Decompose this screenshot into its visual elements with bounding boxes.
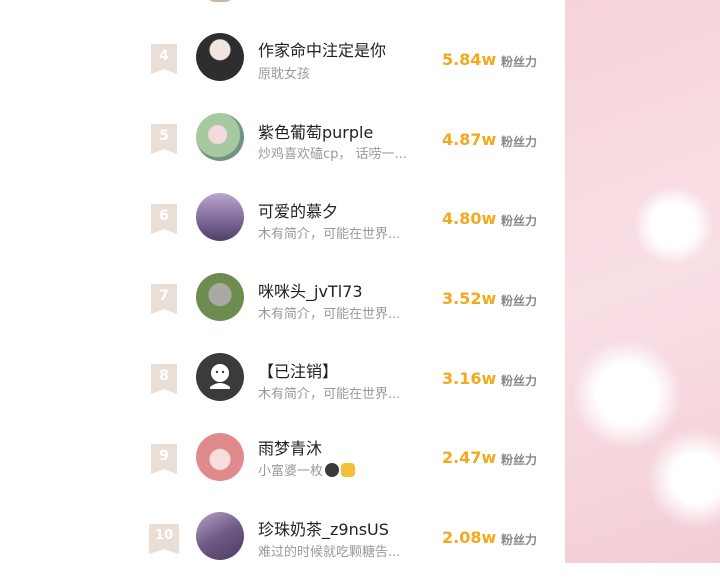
list-item[interactable]: 4 作家命中注定是你 原耽女孩 5.84w 粉丝力 [0, 18, 565, 98]
previous-avatar-peek [205, 0, 235, 2]
rank-badge: 8 [151, 364, 177, 394]
fan-power-count: 3.16w [442, 369, 497, 388]
fan-power-count: 4.80w [442, 209, 497, 228]
thumbs-up-icon [341, 463, 356, 477]
avatar[interactable] [196, 193, 244, 241]
user-name[interactable]: 雨梦青沐 [258, 435, 322, 459]
user-name[interactable]: 可爱的慕夕 [258, 198, 338, 222]
list-item[interactable]: 9 雨梦青沐 小富婆一枚 2.47w 粉丝力 [0, 418, 565, 498]
avatar[interactable] [196, 33, 244, 81]
fan-power-count: 2.08w [442, 528, 497, 547]
user-bio: 小富婆一枚 [258, 460, 356, 479]
fan-power-count: 4.87w [442, 130, 497, 149]
fan-power-label: 粉丝力 [501, 374, 538, 388]
list-item[interactable]: 6 可爱的慕夕 木有简介，可能在世界... 4.80w 粉丝力 [0, 178, 565, 258]
fan-power-label: 粉丝力 [501, 533, 538, 547]
avatar[interactable] [196, 353, 244, 401]
user-bio: 炒鸡喜欢磕cp， 话唠一... [258, 147, 407, 162]
dark-face-icon [325, 463, 340, 477]
user-name[interactable]: 紫色葡萄purple [258, 119, 373, 143]
user-bio: 木有简介，可能在世界... [258, 227, 401, 242]
list-item[interactable]: 5 紫色葡萄purple 炒鸡喜欢磕cp， 话唠一... 4.87w 粉丝力 [0, 98, 565, 178]
list-item[interactable]: 10 珍珠奶茶_z9nsUS 难过的时候就吃颗糖告... 2.08w 粉丝力 [0, 498, 565, 578]
user-name[interactable]: 咪咪头_jvTl73 [258, 278, 363, 302]
rank-badge: 5 [151, 124, 177, 154]
rank-badge: 4 [151, 44, 177, 74]
rank-badge: 7 [151, 284, 177, 314]
rank-badge: 6 [151, 204, 177, 234]
bio-text: 小富婆一枚 [258, 464, 324, 479]
user-bio: 难过的时候就吃颗糖告... [258, 545, 401, 560]
fan-power-label: 粉丝力 [501, 214, 538, 228]
user-bio: 木有简介，可能在世界... [258, 307, 401, 322]
ranking-list: 4 作家命中注定是你 原耽女孩 5.84w 粉丝力 5 紫色葡萄purple 炒… [0, 0, 565, 563]
fan-power-label: 粉丝力 [501, 453, 538, 467]
fan-power-count: 2.47w [442, 448, 497, 467]
rank-badge: 9 [151, 444, 177, 474]
user-name[interactable]: 珍珠奶茶_z9nsUS [258, 516, 389, 540]
avatar[interactable] [196, 113, 244, 161]
avatar[interactable] [196, 433, 244, 481]
user-bio: 木有简介，可能在世界... [258, 387, 401, 402]
avatar[interactable] [196, 273, 244, 321]
fan-power-label: 粉丝力 [501, 294, 538, 308]
user-name[interactable]: 【已注销】 [258, 358, 338, 382]
background-decoration [565, 0, 720, 563]
avatar[interactable] [196, 512, 244, 560]
default-avatar-icon [210, 364, 230, 389]
rank-badge: 10 [149, 524, 179, 554]
fan-power-count: 5.84w [442, 50, 497, 69]
list-item[interactable]: 8 【已注销】 木有简介，可能在世界... 3.16w 粉丝力 [0, 338, 565, 418]
user-bio: 原耽女孩 [258, 67, 311, 82]
list-item[interactable]: 7 咪咪头_jvTl73 木有简介，可能在世界... 3.52w 粉丝力 [0, 258, 565, 338]
fan-power-label: 粉丝力 [501, 135, 538, 149]
fan-power-count: 3.52w [442, 289, 497, 308]
user-name[interactable]: 作家命中注定是你 [258, 37, 386, 61]
fan-power-label: 粉丝力 [501, 55, 538, 69]
